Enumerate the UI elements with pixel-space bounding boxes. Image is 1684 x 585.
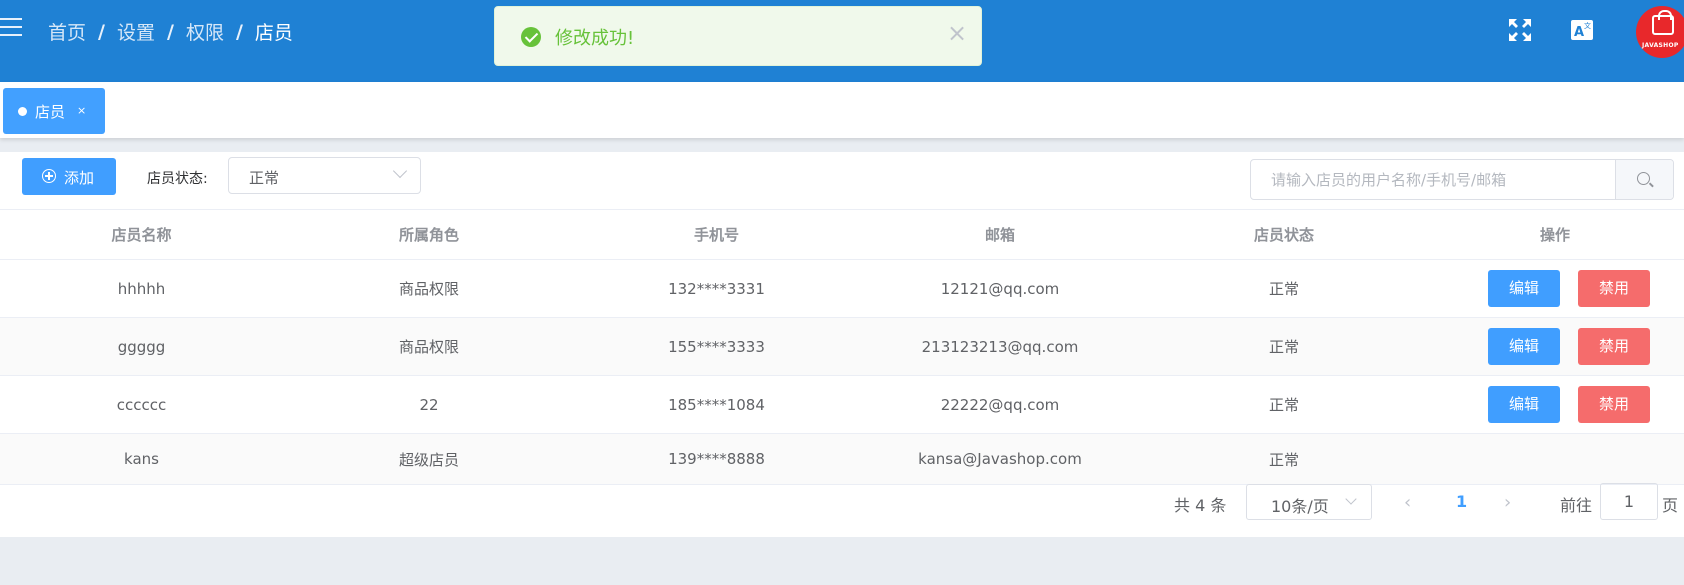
close-icon[interactable]: × xyxy=(947,21,967,45)
tags-view-bar: 店员 × xyxy=(0,82,1684,138)
cell-status: 正常 xyxy=(1268,338,1299,356)
cell-phone: 139****8888 xyxy=(668,450,765,468)
cell-phone: 155****3333 xyxy=(668,337,765,356)
cell-role: 商品权限 xyxy=(398,280,459,298)
page-size-value: 10条/页 xyxy=(1271,497,1329,516)
cell-role: 商品权限 xyxy=(398,338,459,356)
add-button-label: 添加 xyxy=(64,169,95,187)
goto-suffix-label: 页 xyxy=(1662,496,1679,515)
search-button[interactable] xyxy=(1615,160,1673,199)
column-header-name: 店员名称 xyxy=(111,226,172,244)
pagination: 共 4 条 10条/页 ‹ 1 › 前往 1 页 xyxy=(0,470,1684,536)
tag-close-icon[interactable]: × xyxy=(77,104,86,117)
cell-email: 22222@qq.com xyxy=(940,395,1060,414)
cell-phone: 132****3331 xyxy=(668,279,765,298)
table-header: 店员名称 所属角色 手机号 邮箱 店员状态 操作 xyxy=(0,209,1684,260)
plus-circle-icon xyxy=(42,169,56,183)
cell-role: 22 xyxy=(419,395,439,414)
tag-label: 店员 xyxy=(35,103,66,121)
search-box xyxy=(1250,159,1674,200)
avatar-brand-text: JAVASHOP xyxy=(1642,42,1679,49)
breadcrumb-permissions[interactable]: 权限 xyxy=(186,18,224,45)
edit-button[interactable]: 编辑 xyxy=(1488,386,1560,423)
language-icon[interactable]: A 文 xyxy=(1568,16,1596,44)
breadcrumb-separator: / xyxy=(235,20,243,43)
breadcrumb-separator: / xyxy=(98,20,105,43)
page-number-current[interactable]: 1 xyxy=(1456,492,1467,511)
disable-button[interactable]: 禁用 xyxy=(1578,386,1650,423)
breadcrumb-separator: / xyxy=(166,20,174,43)
chevron-down-icon xyxy=(392,163,408,179)
pagination-total: 共 4 条 xyxy=(1174,496,1227,515)
goto-label: 前往 xyxy=(1560,496,1593,515)
success-toast: 修改成功! × xyxy=(494,6,982,66)
prev-page-button[interactable]: ‹ xyxy=(1404,492,1411,513)
cell-email: 12121@qq.com xyxy=(940,279,1060,298)
fullscreen-icon[interactable] xyxy=(1506,16,1534,44)
toast-message: 修改成功! xyxy=(555,28,635,49)
check-circle-icon xyxy=(521,27,541,47)
column-header-status: 店员状态 xyxy=(1253,226,1314,244)
search-icon xyxy=(1637,172,1650,185)
disable-button[interactable]: 禁用 xyxy=(1578,270,1650,307)
table-row: ggggg 商品权限 155****3333 213123213@qq.com … xyxy=(0,318,1684,376)
edit-button[interactable]: 编辑 xyxy=(1488,270,1560,307)
page-size-select[interactable]: 10条/页 xyxy=(1246,484,1372,520)
hamburger-icon[interactable] xyxy=(0,18,22,38)
breadcrumb: 首页 / 设置 / 权限 / 店员 xyxy=(48,18,293,45)
cell-email: kansa@Javashop.com xyxy=(918,450,1082,468)
add-button[interactable]: 添加 xyxy=(22,158,116,195)
tag-clerk[interactable]: 店员 × xyxy=(3,88,105,134)
cell-email: 213123213@qq.com xyxy=(921,337,1079,356)
breadcrumb-settings[interactable]: 设置 xyxy=(117,18,155,45)
column-header-phone: 手机号 xyxy=(693,226,739,244)
clerk-table: 店员名称 所属角色 手机号 邮箱 店员状态 操作 hhhhh 商品权限 132*… xyxy=(0,209,1684,485)
chevron-down-icon xyxy=(1345,493,1357,505)
breadcrumb-current: 店员 xyxy=(254,22,293,44)
cell-status: 正常 xyxy=(1268,280,1299,298)
svg-text:文: 文 xyxy=(1584,21,1591,30)
cell-status: 正常 xyxy=(1268,396,1299,414)
next-page-button[interactable]: › xyxy=(1504,492,1511,513)
column-header-role: 所属角色 xyxy=(398,226,459,244)
cell-name: ggggg xyxy=(117,337,166,356)
breadcrumb-home[interactable]: 首页 xyxy=(48,18,86,45)
table-row: cccccc 22 185****1084 22222@qq.com 正常 编辑… xyxy=(0,376,1684,434)
cell-status: 正常 xyxy=(1268,450,1299,469)
cell-phone: 185****1084 xyxy=(668,395,765,414)
table-row: hhhhh 商品权限 132****3331 12121@qq.com 正常 编… xyxy=(0,260,1684,318)
status-filter-label: 店员状态: xyxy=(147,171,208,187)
user-avatar[interactable]: JAVASHOP xyxy=(1636,6,1684,58)
status-filter-select[interactable]: 正常 xyxy=(228,157,421,194)
column-header-email: 邮箱 xyxy=(984,226,1015,244)
cell-role: 超级店员 xyxy=(398,450,459,469)
cell-name: cccccc xyxy=(116,395,167,414)
goto-page-input[interactable]: 1 xyxy=(1600,483,1658,520)
search-input[interactable] xyxy=(1251,160,1615,199)
disable-button[interactable]: 禁用 xyxy=(1578,328,1650,365)
column-header-actions: 操作 xyxy=(1539,226,1570,244)
shopping-bag-icon xyxy=(1652,10,1674,35)
cell-name: kans xyxy=(124,450,159,468)
status-filter-value: 正常 xyxy=(249,169,280,187)
active-dot-icon xyxy=(18,107,27,116)
cell-name: hhhhh xyxy=(117,279,166,298)
edit-button[interactable]: 编辑 xyxy=(1488,328,1560,365)
svg-text:A: A xyxy=(1574,25,1584,40)
